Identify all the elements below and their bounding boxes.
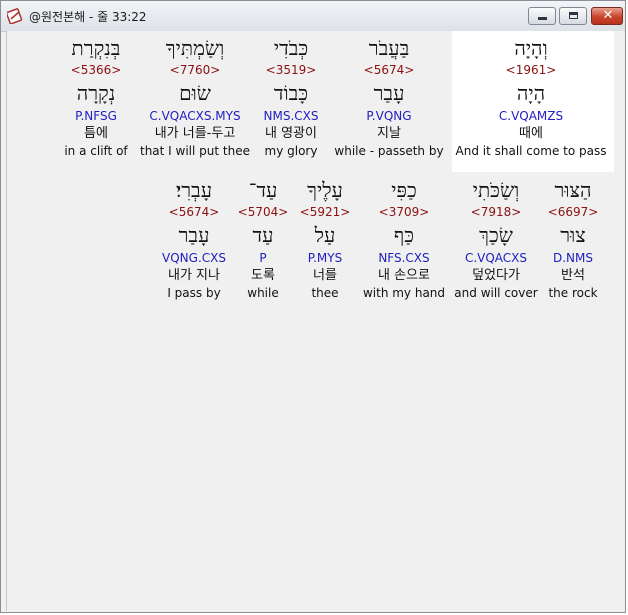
korean-gloss: 지날 [377,126,401,141]
hebrew-word: עָבְרִי׃ [175,178,213,202]
parsing-code: NMS.CXS [263,109,319,123]
korean-gloss: 너를 [313,268,337,283]
hebrew-word: כְּבֹדִי [273,36,309,60]
word-row2-3[interactable]: כַפִּי <3709> כַּף NFS.CXS 내 손으로 with my… [363,177,445,301]
lemma-word: עַל [314,223,336,247]
english-gloss: with my hand [362,286,446,300]
korean-gloss: 내가 지나 [168,268,220,283]
minimize-button[interactable] [528,7,556,25]
korean-gloss: 내 영광이 [265,126,317,141]
close-icon: ✕ [602,8,614,23]
word-row1-1[interactable]: וְהָיָה <1961> הָיָה C.VQAMZS 때에 And it … [456,35,607,159]
bible-app-icon [7,8,23,24]
minimize-icon [538,17,547,20]
strong-number[interactable]: <7918> [454,203,537,221]
lemma-word: עַד [252,223,274,247]
strong-number[interactable]: <7760> [140,61,250,79]
korean-gloss: 때에 [519,126,543,141]
strong-number[interactable]: <5674> [162,203,226,221]
word-row2-5[interactable]: עַד־ <5704> עַד P 도록 while [238,177,289,301]
maximize-icon [569,12,578,19]
korean-gloss: 내가 너를-두고 [154,126,236,141]
strong-number[interactable]: <5704> [238,203,289,221]
word-row1-5[interactable]: בְּנִקְרַת <5366> נְקָרָה P.NFSG 틈에 in a… [64,35,127,159]
lemma-word: כַּף [393,223,415,247]
title-bar[interactable]: @원전본해 - 줄 33:22 ✕ [1,1,625,32]
lemma-word: עָבַר [178,223,210,247]
hebrew-word: הַצּוּר [554,178,592,202]
strong-number[interactable]: <5366> [64,61,127,79]
hebrew-word: וְשַׂכֹּתִי [472,178,520,202]
hebrew-word: בַּעֲבֹר [368,36,410,60]
english-gloss: my glory [264,144,318,158]
app-window: @원전본해 - 줄 33:22 ✕ וְהָיָה <1961> הָיָה C… [0,0,626,613]
strong-number[interactable]: <5921> [300,203,351,221]
interlinear-view[interactable]: וְהָיָה <1961> הָיָה C.VQAMZS 때에 And it … [6,31,625,611]
word-row2-2[interactable]: וְשַׂכֹּתִי <7918> שָׂכַךְ C.VQACXS 덮었다가… [454,177,537,301]
parsing-code: P.VQNG [366,109,412,123]
hebrew-word: וְשַׂמְתִּיךָ [165,36,225,60]
lemma-word: שָׂכַךְ [479,223,513,247]
maximize-button[interactable] [559,7,587,25]
hebrew-word: עָלֶיךָ [307,178,343,202]
word-row2-4[interactable]: עָלֶיךָ <5921> עַל P.MYS 너를 thee [300,177,351,301]
parsing-code: C.VQACXS.MYS [149,109,241,123]
hebrew-word: בְּנִקְרַת [71,36,121,60]
korean-gloss: 도록 [251,268,275,283]
word-row2-1[interactable]: הַצּוּר <6697> צוּר D.NMS 반석 the rock [548,177,599,301]
english-gloss: while - passeth by [334,144,444,158]
hebrew-word: כַפִּי [391,178,417,202]
korean-gloss: 틈에 [84,126,108,141]
english-gloss: that I will put thee [140,144,250,158]
lemma-word: עָבַר [373,81,405,105]
lemma-word: הָיָה [516,81,546,105]
english-gloss: and will cover [454,286,538,300]
lemma-word: נְקָרָה [76,81,116,105]
korean-gloss: 내 손으로 [378,268,430,283]
english-gloss: And it shall come to pass [455,144,607,158]
english-gloss: the rock [548,286,598,300]
strong-number[interactable]: <3709> [363,203,445,221]
strong-number[interactable]: <6697> [548,203,599,221]
word-row1-2[interactable]: בַּעֲבֹר <5674> עָבַר P.VQNG 지날 while - … [334,35,443,159]
english-gloss: thee [311,286,339,300]
parsing-code: P.NFSG [75,109,117,123]
lemma-word: צוּר [560,223,586,247]
word-row2-6[interactable]: עָבְרִי׃ <5674> עָבַר VQNG.CXS 내가 지나 I p… [162,177,226,301]
parsing-code: P.MYS [307,251,343,265]
parsing-code: D.NMS [552,251,593,265]
parsing-code: VQNG.CXS [162,251,226,265]
strong-number[interactable]: <3519> [264,61,319,79]
hebrew-word: עַד־ [248,178,278,202]
korean-gloss: 덮었다가 [472,268,520,283]
word-row1-3[interactable]: כְּבֹדִי <3519> כָּבוֹד NMS.CXS 내 영광이 my… [264,35,319,159]
parsing-code: P [259,251,267,265]
parsing-code: C.VQAMZS [498,109,564,123]
strong-number[interactable]: <5674> [334,61,443,79]
strong-number[interactable]: <1961> [456,61,607,79]
lemma-word: כָּבוֹד [273,81,309,105]
window-title: @원전본해 - 줄 33:22 [29,10,147,24]
close-button[interactable]: ✕ [591,7,623,25]
korean-gloss: 반석 [561,268,585,283]
word-row1-4[interactable]: וְשַׂמְתִּיךָ <7760> שׂוּם C.VQACXS.MYS … [140,35,250,159]
english-gloss: while [247,286,279,300]
lemma-word: שׂוּם [179,81,211,105]
hebrew-word: וְהָיָה [514,36,548,60]
english-gloss: I pass by [167,286,221,300]
parsing-code: C.VQACXS [464,251,528,265]
english-gloss: in a clift of [64,144,128,158]
parsing-code: NFS.CXS [378,251,430,265]
